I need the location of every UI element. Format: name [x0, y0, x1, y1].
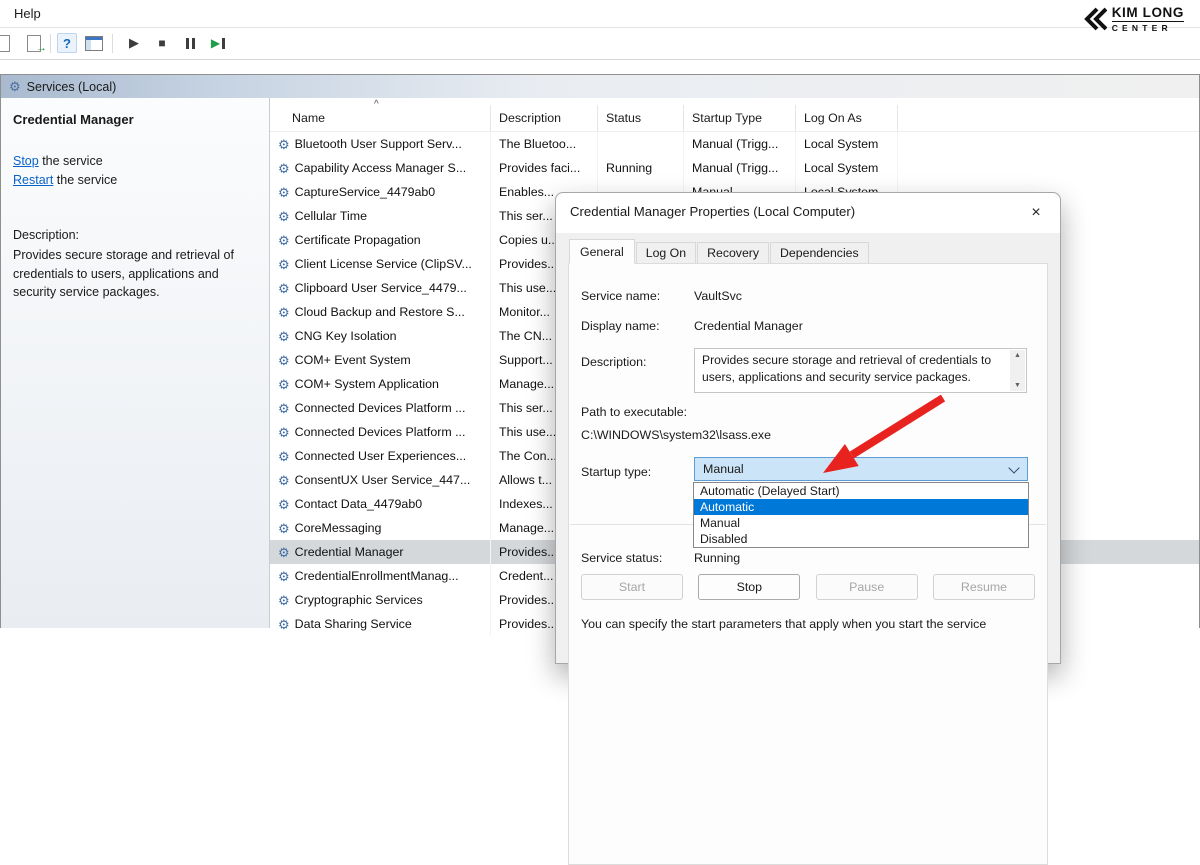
dialog-titlebar: Credential Manager Properties (Local Com…: [556, 193, 1060, 233]
service-status-value: Running: [694, 551, 740, 565]
display-name-value: Credential Manager: [694, 319, 803, 333]
description-scrollbar[interactable]: ▲ ▼: [1010, 350, 1025, 391]
startup-type-dropdown: Automatic (Delayed Start) Automatic Manu…: [693, 482, 1029, 548]
stop-service-suffix: the service: [42, 154, 102, 168]
table-row[interactable]: Capability Access Manager S... Provides …: [270, 156, 1199, 180]
dropdown-option[interactable]: Manual: [694, 515, 1028, 531]
start-service-icon[interactable]: ▶: [124, 33, 144, 53]
service-control-buttons: Start Stop Pause Resume: [581, 574, 1035, 600]
properties-dialog: Credential Manager Properties (Local Com…: [555, 192, 1061, 664]
service-gear-icon: [278, 330, 290, 343]
dropdown-option[interactable]: Disabled: [694, 531, 1028, 547]
restart-service-suffix: the service: [57, 173, 117, 187]
restart-service-line: Restart the service: [13, 171, 117, 190]
console-header: Services (Local): [1, 75, 1199, 99]
close-icon[interactable]: ×: [1024, 201, 1048, 225]
service-gear-icon: [278, 426, 290, 439]
stop-service-link[interactable]: Stop: [13, 154, 39, 168]
service-gear-icon: [278, 594, 290, 607]
service-name-label: Service name:: [581, 289, 660, 303]
column-header-name[interactable]: Name: [270, 105, 491, 131]
selected-service-title: Credential Manager: [13, 112, 134, 127]
console-header-title: Services (Local): [27, 80, 117, 94]
service-gear-icon: [278, 474, 290, 487]
service-gear-icon: [278, 522, 290, 535]
service-status-label: Service status:: [581, 551, 662, 565]
stop-service-icon[interactable]: ■: [152, 33, 172, 53]
description-field[interactable]: Provides secure storage and retrieval of…: [694, 348, 1027, 393]
toolbar: → ? ▶ ■ ▶: [0, 28, 1200, 60]
toolbar-separator: [50, 34, 51, 53]
path-label: Path to executable:: [581, 405, 687, 419]
restart-service-icon[interactable]: ▶: [208, 33, 228, 53]
services-gear-icon: [9, 80, 21, 93]
scroll-up-icon[interactable]: ▲: [1014, 352, 1021, 359]
dialog-tab[interactable]: Dependencies: [770, 242, 869, 263]
kim-long-logo: KIM LONG CENTER: [1083, 5, 1184, 33]
startup-type-combobox[interactable]: Manual: [694, 457, 1028, 481]
service-gear-icon: [278, 546, 290, 559]
dialog-tab[interactable]: Recovery: [697, 242, 769, 263]
description-field-text: Provides secure storage and retrieval of…: [702, 352, 1006, 385]
scroll-down-icon[interactable]: ▼: [1014, 382, 1021, 389]
service-control-button[interactable]: Resume: [933, 574, 1035, 600]
column-header-description[interactable]: Description: [491, 105, 598, 131]
logo-title: KIM LONG: [1112, 5, 1184, 22]
startup-type-label: Startup type:: [581, 465, 651, 479]
restart-service-link[interactable]: Restart: [13, 173, 53, 187]
service-name-value: VaultSvc: [694, 289, 742, 303]
display-name-label: Display name:: [581, 319, 660, 333]
export-list-icon-partial[interactable]: [0, 33, 13, 53]
export-list-icon[interactable]: →: [24, 33, 44, 53]
services-window: { "icons": { "help_glyph": "?", "export_…: [0, 0, 1200, 628]
description-text: Provides secure storage and retrieval of…: [13, 246, 263, 302]
service-gear-icon: [278, 162, 290, 175]
service-control-button[interactable]: Stop: [698, 574, 800, 600]
help-icon[interactable]: ?: [57, 33, 77, 53]
logo-chevron-icon: [1083, 6, 1107, 32]
dialog-footer-text: You can specify the start parameters tha…: [581, 617, 1041, 631]
dialog-tabs: General Log On Recovery Dependencies: [569, 239, 870, 263]
description-label: Description:: [13, 228, 79, 242]
table-row[interactable]: Bluetooth User Support Serv... The Bluet…: [270, 132, 1199, 156]
dialog-title: Credential Manager Properties (Local Com…: [570, 204, 855, 219]
column-header-status[interactable]: Status: [598, 105, 684, 131]
dialog-description-label: Description:: [581, 355, 646, 369]
chevron-down-icon: [1008, 462, 1019, 473]
menu-bar: Help: [0, 0, 1200, 28]
service-gear-icon: [278, 378, 290, 391]
startup-type-value: Manual: [703, 462, 744, 476]
dialog-tab[interactable]: General: [569, 239, 635, 264]
sort-ascending-icon: ^: [374, 99, 379, 110]
service-control-button[interactable]: Pause: [816, 574, 918, 600]
dialog-tab[interactable]: Log On: [636, 242, 696, 263]
show-hide-pane-icon[interactable]: [84, 33, 104, 53]
service-gear-icon: [278, 306, 290, 319]
toolbar-separator: [112, 34, 113, 53]
service-gear-icon: [278, 450, 290, 463]
logo-subtitle: CENTER: [1112, 23, 1184, 33]
stop-service-line: Stop the service: [13, 152, 117, 171]
service-gear-icon: [278, 354, 290, 367]
service-gear-icon: [278, 258, 290, 271]
service-gear-icon: [278, 498, 290, 511]
service-gear-icon: [278, 282, 290, 295]
path-value: C:\WINDOWS\system32\lsass.exe: [581, 428, 771, 442]
column-header-logon-as[interactable]: Log On As: [796, 105, 898, 131]
column-header-startup-type[interactable]: Startup Type: [684, 105, 796, 131]
list-header: ^ Name Description Status Startup Type L…: [270, 98, 1199, 132]
pause-service-icon[interactable]: [180, 33, 200, 53]
service-gear-icon: [278, 402, 290, 415]
service-gear-icon: [278, 570, 290, 583]
dropdown-option[interactable]: Automatic: [694, 499, 1028, 515]
menu-item-help[interactable]: Help: [14, 6, 41, 21]
service-control-button[interactable]: Start: [581, 574, 683, 600]
service-gear-icon: [278, 138, 290, 151]
service-gear-icon: [278, 210, 290, 223]
service-gear-icon: [278, 234, 290, 247]
extended-view-pane: Credential Manager Stop the service Rest…: [1, 98, 270, 628]
service-gear-icon: [278, 618, 290, 631]
dropdown-option[interactable]: Automatic (Delayed Start): [694, 483, 1028, 499]
service-gear-icon: [278, 186, 290, 199]
